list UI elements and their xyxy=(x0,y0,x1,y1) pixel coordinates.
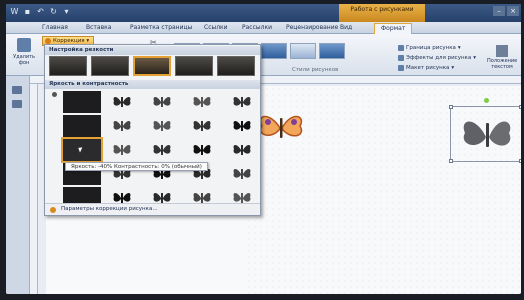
position-icon xyxy=(496,45,508,57)
remove-background-button[interactable]: Удалить фон xyxy=(9,38,39,66)
sharpen-preset[interactable] xyxy=(91,56,129,76)
border-icon xyxy=(398,45,404,51)
close-button[interactable]: × xyxy=(507,6,519,16)
vertical-ruler[interactable] xyxy=(30,84,38,294)
tab-view[interactable]: Вид xyxy=(340,24,352,31)
brightness-contrast-preset[interactable] xyxy=(183,115,221,137)
picture-tools-context-tab: Работа с рисунками xyxy=(339,4,425,22)
picture-style-thumb[interactable] xyxy=(261,43,287,59)
styles-group-label: Стили рисунков xyxy=(292,67,339,73)
picture-effects-button[interactable]: Эффекты для рисунка ▾ xyxy=(398,53,476,63)
brightness-contrast-preset[interactable] xyxy=(63,115,101,137)
layout-icon xyxy=(398,65,404,71)
brightness-contrast-preset[interactable] xyxy=(103,91,141,113)
sharpen-header: Настройка резкости xyxy=(45,46,260,55)
brightness-contrast-preset[interactable] xyxy=(103,139,141,161)
customize-qat-icon[interactable]: ▾ xyxy=(62,7,71,16)
tab-mailings[interactable]: Рассылки xyxy=(242,24,272,31)
tab-insert[interactable]: Вставка xyxy=(86,24,111,31)
brightness-contrast-preset[interactable] xyxy=(223,139,261,161)
sharpen-preset[interactable] xyxy=(175,56,213,76)
picture-corrections-options-link[interactable]: Параметры коррекции рисунка... xyxy=(45,203,260,215)
picture-corrections-options-label: Параметры коррекции рисунка... xyxy=(61,206,158,212)
tab-references[interactable]: Ссылки xyxy=(204,24,228,31)
position-button[interactable]: Положение текстом xyxy=(487,45,517,70)
undo-icon[interactable]: ↶ xyxy=(36,7,45,16)
sharpen-preset-selected[interactable] xyxy=(133,56,171,76)
quick-access-toolbar: W ▪ ↶ ↻ ▾ xyxy=(10,7,71,16)
brightness-contrast-preset[interactable] xyxy=(223,163,261,185)
tab-format[interactable]: Формат xyxy=(374,23,413,34)
picture-style-thumb[interactable] xyxy=(290,43,316,59)
ribbon-tabs: Главная Вставка Разметка страницы Ссылки… xyxy=(6,22,521,34)
butterfly-color-image[interactable] xyxy=(256,108,306,148)
brightness-contrast-preset-hovered[interactable] xyxy=(61,137,103,163)
resize-handle[interactable] xyxy=(449,105,453,109)
nav-icon[interactable] xyxy=(12,86,22,94)
picture-border-label: Граница рисунка xyxy=(406,45,456,51)
picture-options: Граница рисунка ▾ Эффекты для рисунка ▾ … xyxy=(398,43,476,73)
word-window: W ▪ ↶ ↻ ▾ Работа с рисунками – × Главная… xyxy=(6,4,521,294)
rotate-handle[interactable] xyxy=(484,98,489,103)
picture-layout-button[interactable]: Макет рисунка ▾ xyxy=(398,63,476,73)
picture-layout-label: Макет рисунка xyxy=(406,65,450,71)
nav-icon[interactable] xyxy=(12,100,22,108)
brightness-contrast-preset[interactable] xyxy=(223,91,261,113)
resize-handle[interactable] xyxy=(519,159,521,163)
sharpen-preset[interactable] xyxy=(217,56,255,76)
brightness-contrast-preset[interactable] xyxy=(63,91,101,113)
corrections-dropdown: Настройка резкости Яркость и контрастнос… xyxy=(44,44,261,216)
save-icon[interactable]: ▪ xyxy=(23,7,32,16)
picture-style-thumb[interactable] xyxy=(319,43,345,59)
window-controls: – × xyxy=(493,6,519,16)
brightness-contrast-preset[interactable] xyxy=(103,115,141,137)
sharpen-preset[interactable] xyxy=(49,56,87,76)
brightness-icon xyxy=(52,92,57,97)
sharpen-presets xyxy=(49,56,255,76)
effects-icon xyxy=(398,55,404,61)
brightness-contrast-preset[interactable] xyxy=(183,139,221,161)
selected-picture-frame[interactable] xyxy=(449,98,521,163)
tab-review[interactable]: Рецензирование xyxy=(286,24,338,31)
tab-home[interactable]: Главная xyxy=(42,24,68,31)
preset-tooltip: Яркость: -40% Контрастность: 0% (обычный… xyxy=(65,162,208,171)
minimize-button[interactable]: – xyxy=(493,6,505,16)
title-bar: W ▪ ↶ ↻ ▾ Работа с рисунками – × xyxy=(6,4,521,22)
brightness-contrast-preset[interactable] xyxy=(143,91,181,113)
resize-handle[interactable] xyxy=(519,105,521,109)
word-icon[interactable]: W xyxy=(10,7,19,16)
tab-page-layout[interactable]: Разметка страницы xyxy=(130,24,192,31)
brightness-contrast-presets xyxy=(61,91,261,209)
brightness-contrast-preset[interactable] xyxy=(183,91,221,113)
resize-handle[interactable] xyxy=(449,159,453,163)
position-label: Положение текстом xyxy=(487,58,518,70)
corrections-options-icon xyxy=(50,207,56,213)
mouse-cursor-icon xyxy=(78,146,84,153)
brightness-contrast-header: Яркость и контрастность xyxy=(45,80,260,89)
brightness-contrast-preset[interactable] xyxy=(143,139,181,161)
picture-effects-label: Эффекты для рисунка xyxy=(406,55,472,61)
butterfly-gray-image xyxy=(463,121,511,147)
brightness-contrast-preset[interactable] xyxy=(143,115,181,137)
remove-background-icon xyxy=(17,38,31,52)
brightness-contrast-preset[interactable] xyxy=(223,115,261,137)
picture-border-button[interactable]: Граница рисунка ▾ xyxy=(398,43,476,53)
remove-background-label: Удалить фон xyxy=(13,54,35,66)
redo-icon[interactable]: ↻ xyxy=(49,7,58,16)
left-navigation-strip xyxy=(6,76,30,294)
